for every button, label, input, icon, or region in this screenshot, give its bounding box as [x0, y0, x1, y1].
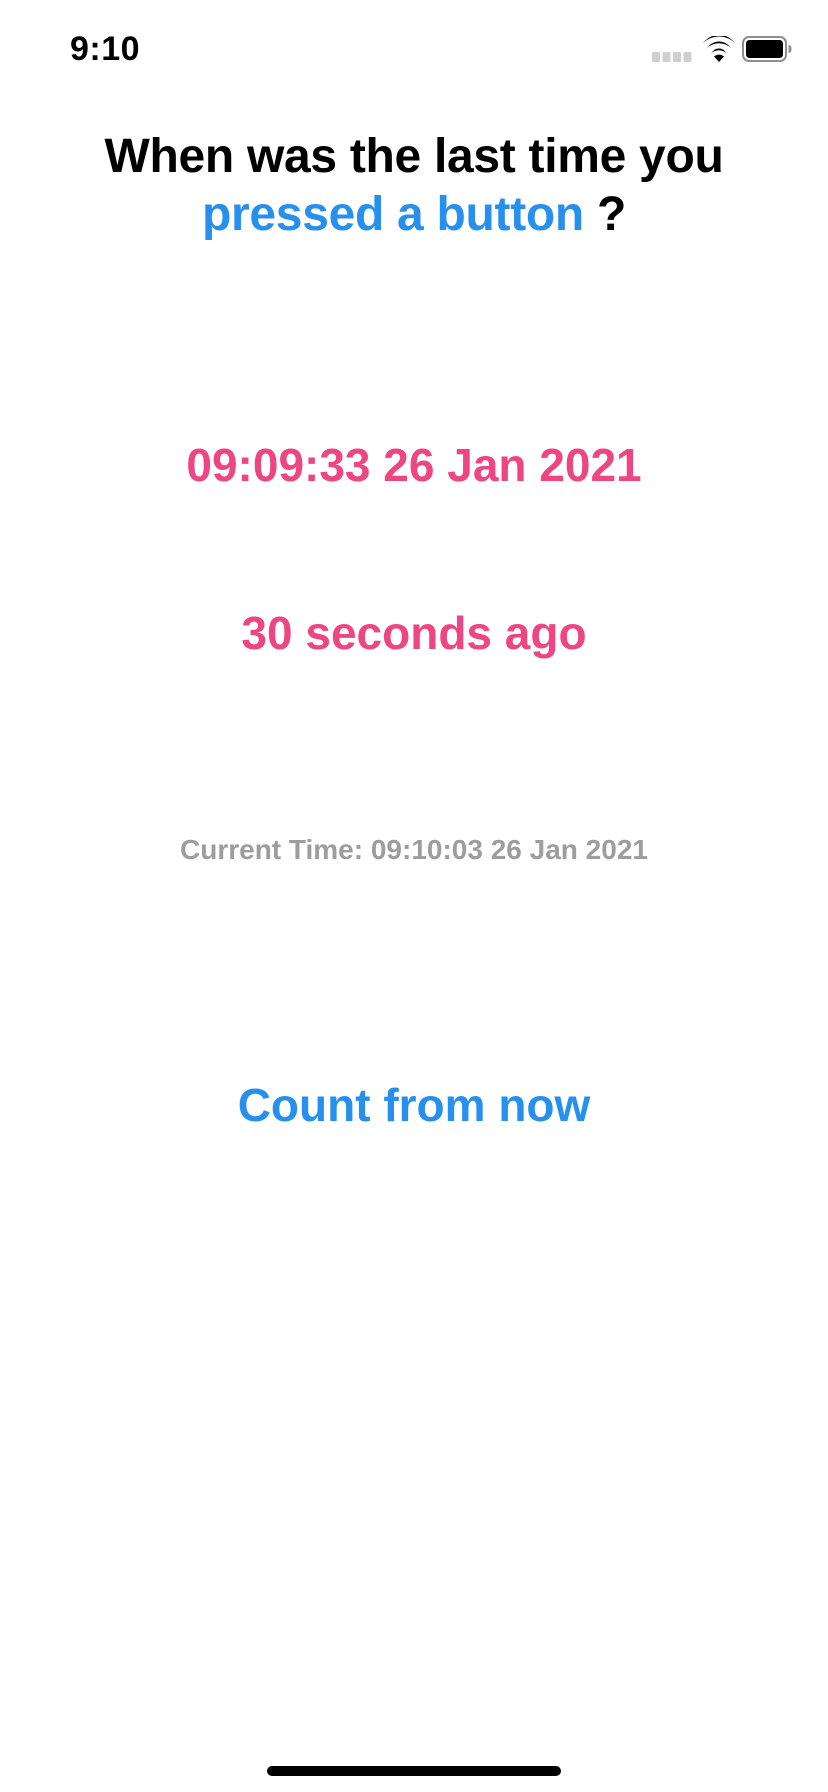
question-mark: ? — [583, 188, 626, 241]
status-bar: 9:10 — [0, 0, 828, 100]
question-accent: pressed a button — [202, 188, 584, 241]
battery-icon — [742, 36, 792, 62]
question-line-1: When was the last time you — [104, 130, 724, 183]
signal-icon — [652, 52, 692, 62]
question-line-2: pressed a button ? — [0, 186, 828, 244]
status-time: 9:10 — [70, 30, 141, 68]
count-from-now-button[interactable]: Count from now — [214, 1070, 614, 1140]
last-pressed-timestamp: 09:09:33 26 Jan 2021 — [186, 439, 642, 491]
home-indicator[interactable] — [267, 1766, 561, 1776]
question-heading: When was the last time you pressed a but… — [0, 128, 828, 244]
wifi-icon — [702, 36, 736, 62]
current-time-label: Current Time: 09:10:03 26 Jan 2021 — [180, 834, 648, 865]
elapsed-time: 30 seconds ago — [241, 607, 587, 659]
